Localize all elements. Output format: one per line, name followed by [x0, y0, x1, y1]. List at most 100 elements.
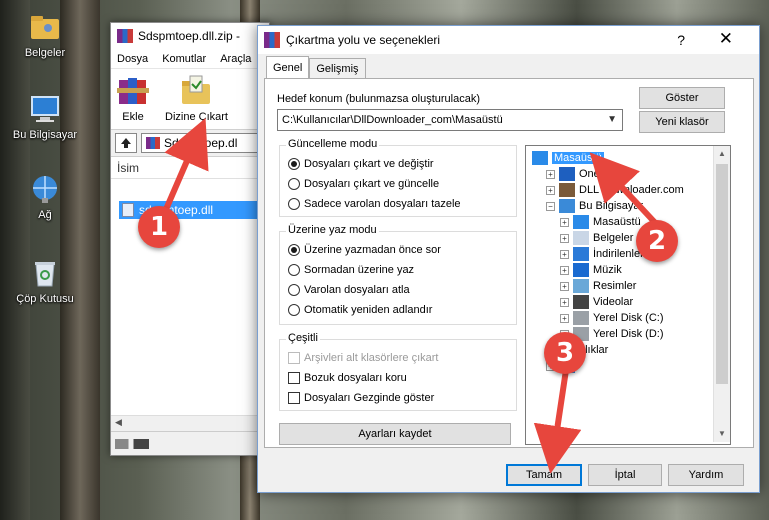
tree-node-label: Bu Bilgisayar [579, 200, 644, 212]
close-icon[interactable]: ✕ [719, 29, 733, 49]
tree-node[interactable]: + OneDrive [546, 166, 625, 182]
checkbox-keep-broken-files[interactable]: Bozuk dosyaları koru [288, 372, 407, 384]
checkbox-icon [288, 392, 300, 404]
network-icon [28, 172, 62, 206]
menu-item-dosya[interactable]: Dosya [117, 53, 148, 65]
desktop-icon-cop-kutusu[interactable]: Çöp Kutusu [0, 256, 90, 305]
destination-label: Hedef konum (bulunmazsa oluşturulacak) [277, 93, 480, 105]
tree-node-label: Masaüstü [593, 216, 641, 228]
expand-icon[interactable]: + [560, 249, 569, 259]
radio-extract-update[interactable]: Dosyaları çıkart ve güncelle [288, 178, 439, 190]
ok-button[interactable]: Tamam [506, 464, 582, 486]
update-mode-title: Güncelleme modu [286, 138, 380, 150]
help-button[interactable]: Yardım [668, 464, 744, 486]
step-marker-2: 2 [636, 220, 678, 262]
expand-icon[interactable]: + [560, 297, 569, 307]
downloads-icon [573, 247, 589, 261]
tree-node[interactable]: + İndirilenler [560, 246, 644, 262]
tree-node-label: OneDrive [579, 168, 626, 180]
music-icon [573, 263, 589, 277]
checkbox-icon [288, 352, 300, 364]
radio-refresh-existing[interactable]: Sadece varolan dosyaları tazele [288, 198, 461, 210]
checkbox-show-in-explorer[interactable]: Dosyaları Gezginde göster [288, 392, 434, 404]
desktop-icon [532, 151, 548, 165]
archive-path-field[interactable]: Sdspmtoep.dl [141, 133, 265, 153]
desktop-icon-ag[interactable]: Ağ [0, 172, 90, 221]
show-button[interactable]: Göster [639, 87, 725, 109]
desktop-icon-bu-bilgisayar[interactable]: Bu Bilgisayar [0, 92, 90, 141]
pictures-icon [573, 279, 589, 293]
option-label: Otomatik yeniden adlandır [304, 304, 433, 316]
winrar-main-window: Sdspmtoep.dll.zip - Dosya Komutlar Araçl… [110, 22, 270, 456]
cloud-icon [559, 167, 575, 181]
menu-item-araclar[interactable]: Araçla [220, 53, 251, 65]
tree-node-label: Yerel Disk (C:) [593, 312, 664, 324]
expand-icon[interactable]: + [560, 217, 569, 227]
radio-icon [288, 304, 300, 316]
tree-node[interactable]: Masaüstü [532, 150, 604, 166]
new-folder-button[interactable]: Yeni klasör [639, 111, 725, 133]
up-folder-button[interactable] [115, 133, 137, 153]
status-bar [111, 431, 269, 455]
column-header-name[interactable]: İsim [111, 157, 269, 179]
radio-skip-existing[interactable]: Varolan dosyaları atla [288, 284, 410, 296]
expand-icon[interactable]: + [560, 281, 569, 291]
horizontal-scrollbar[interactable]: ◀ [111, 415, 269, 431]
tab-genel[interactable]: Genel [266, 56, 310, 78]
tree-node[interactable]: − Bu Bilgisayar [546, 198, 643, 214]
checkbox-extract-to-subfolders: Arşivleri alt klasörlere çıkart [288, 352, 438, 364]
tree-node[interactable]: + Müzik [560, 262, 622, 278]
update-mode-group: Güncelleme modu Dosyaları çıkart ve deği… [279, 138, 517, 217]
tree-node[interactable]: + Masaüstü [560, 214, 641, 230]
scroll-down-icon[interactable]: ▼ [714, 426, 730, 442]
dialog-title-bar: Çıkartma yolu ve seçenekleri ? ✕ [258, 26, 759, 54]
winrar-small-icon [146, 137, 160, 149]
folder-tree[interactable]: Masaüstü + OneDrive + DLL Downloader.com − Bu … [525, 145, 731, 445]
tree-node[interactable]: + Resimler [560, 278, 636, 294]
radio-auto-rename[interactable]: Otomatik yeniden adlandır [288, 304, 432, 316]
scroll-left-icon: ◀ [115, 417, 122, 427]
chevron-down-icon[interactable]: ▼ [607, 114, 617, 125]
option-label: Varolan dosyaları atla [304, 284, 410, 296]
save-settings-button[interactable]: Ayarları kaydet [279, 423, 511, 445]
radio-overwrite-without-prompt[interactable]: Sormadan üzerine yaz [288, 264, 414, 276]
desktop-icon-belgeler[interactable]: Belgeler [0, 10, 90, 59]
radio-ask-before-overwrite[interactable]: Üzerine yazmadan önce sor [288, 244, 441, 256]
option-label: Dosyaları Gezginde göster [304, 392, 435, 404]
misc-group: Çeşitli Arşivleri alt klasörlere çıkart … [279, 332, 517, 411]
collapse-icon[interactable]: − [546, 201, 555, 211]
destination-path-value: C:\Kullanıcılar\DllDownloader_com\Masaüs… [282, 114, 503, 126]
expand-icon[interactable]: + [560, 265, 569, 275]
expand-icon[interactable]: + [546, 185, 555, 195]
expand-icon[interactable]: + [560, 313, 569, 323]
cancel-button[interactable]: İptal [588, 464, 662, 486]
computer-icon [559, 199, 575, 213]
scroll-up-icon[interactable]: ▲ [714, 146, 730, 162]
radio-icon [288, 264, 300, 276]
tree-node-label: DLL Downloader.com [579, 184, 684, 196]
option-label: Sadece varolan dosyaları tazele [304, 198, 461, 210]
expand-icon[interactable]: + [560, 233, 569, 243]
tree-node[interactable]: + DLL Downloader.com [546, 182, 684, 198]
tree-node-label: Videolar [593, 296, 634, 308]
help-icon[interactable]: ? [677, 32, 685, 48]
vertical-scrollbar[interactable]: ▲ ▼ [713, 146, 730, 442]
toolbar: Ekle Dizine Çıkart [111, 69, 269, 129]
scroll-thumb[interactable] [716, 164, 728, 384]
desktop-icon-label: Ağ [38, 209, 52, 221]
tree-node[interactable]: + Yerel Disk (C:) [560, 310, 664, 326]
radio-extract-replace[interactable]: Dosyaları çıkart ve değiştir [288, 158, 434, 170]
dll-file-icon [122, 203, 134, 217]
step-marker-3: 3 [544, 332, 586, 374]
tree-node-label: İndirilenler [593, 248, 644, 260]
tree-node-label: Müzik [593, 264, 622, 276]
tree-node[interactable]: + Belgeler [560, 230, 633, 246]
tab-gelismis[interactable]: Gelişmiş [309, 58, 366, 78]
tree-node[interactable]: + Videolar [560, 294, 633, 310]
add-button[interactable]: Ekle [115, 74, 151, 123]
extract-to-button[interactable]: Dizine Çıkart [165, 74, 228, 123]
checkbox-icon [288, 372, 300, 384]
expand-icon[interactable]: + [546, 169, 555, 179]
destination-path-combo[interactable]: C:\Kullanıcılar\DllDownloader_com\Masaüs… [277, 109, 623, 131]
menu-item-komutlar[interactable]: Komutlar [162, 53, 206, 65]
